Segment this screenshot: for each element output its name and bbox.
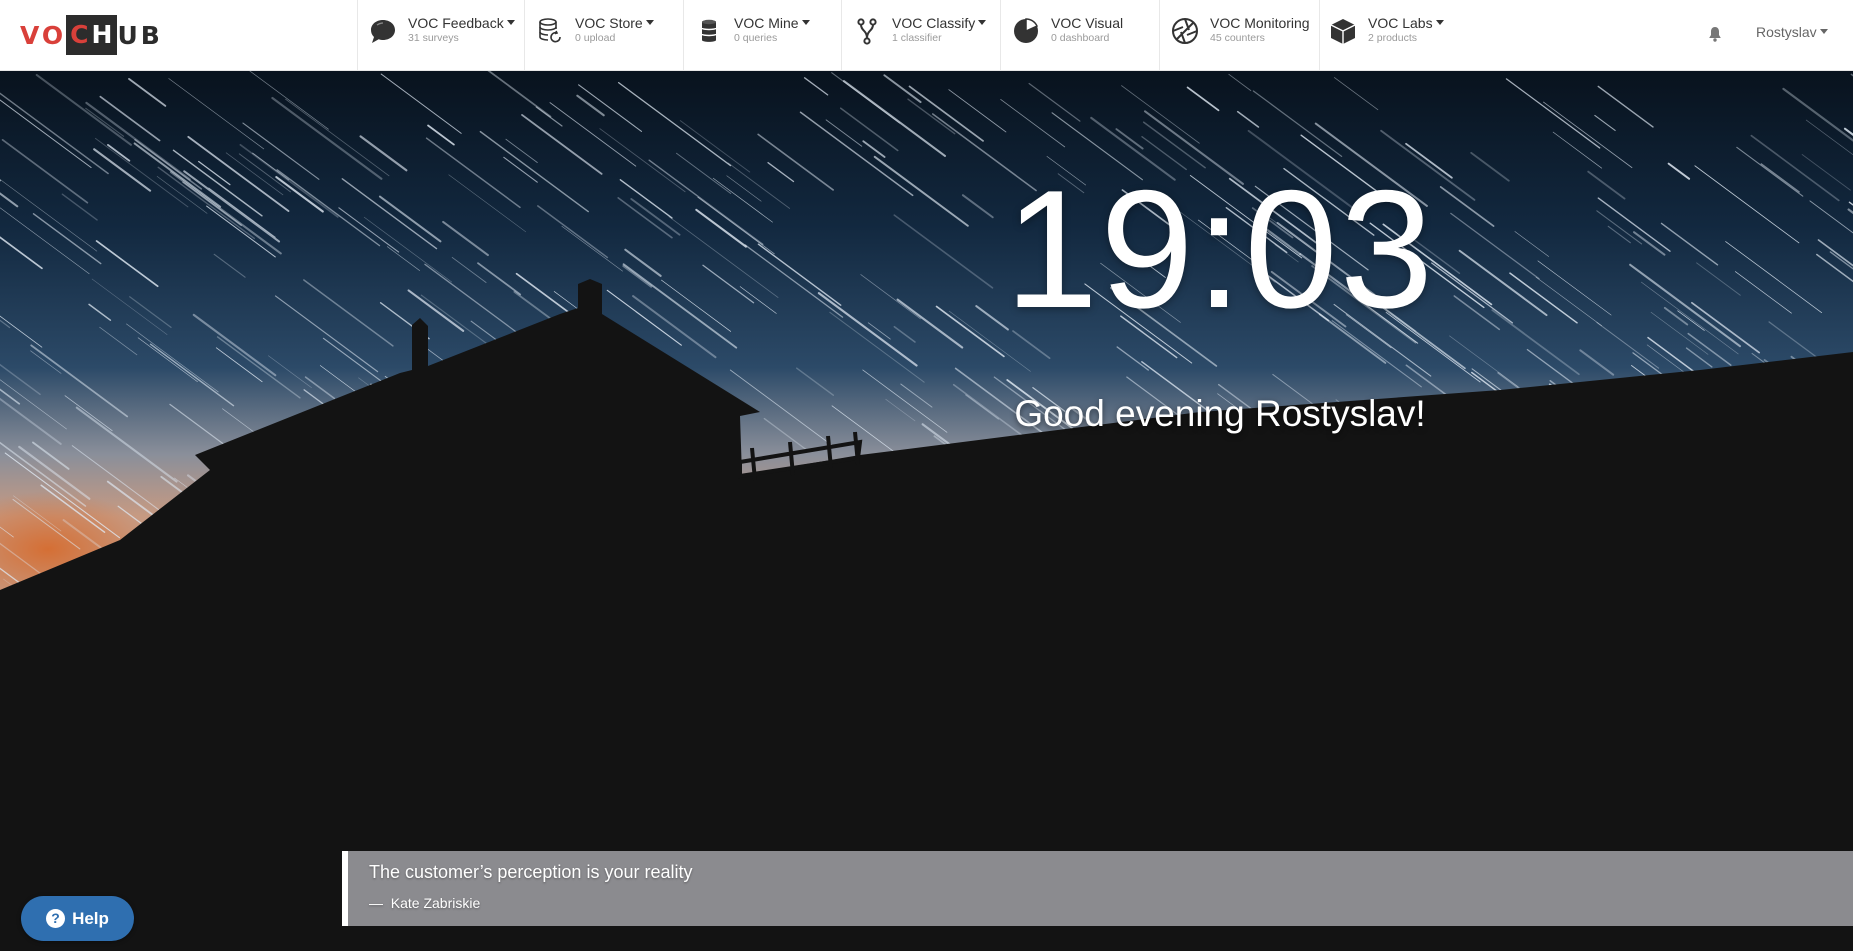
quote-author-name: Kate Zabriskie bbox=[390, 895, 481, 911]
greeting-text: Good evening Rostyslav! bbox=[1014, 393, 1426, 434]
chevron-down-icon bbox=[801, 20, 810, 25]
logo-block: CH bbox=[66, 15, 118, 55]
question-icon: ? bbox=[46, 909, 66, 928]
notification-bell-icon[interactable] bbox=[1706, 24, 1724, 44]
cylinder-icon bbox=[694, 15, 724, 47]
nav-voc-mine-label: VOC Mine bbox=[734, 15, 810, 32]
nav-voc-monitoring[interactable]: VOC Monitoring 45 counters bbox=[1159, 0, 1319, 70]
star-trail-night-image bbox=[0, 70, 1853, 951]
top-navbar: VO CH UB VOC Feedback 31 surveys VOC Store… bbox=[0, 0, 1853, 71]
nav-voc-store-count: 0 upload bbox=[575, 32, 616, 44]
chevron-down-icon bbox=[506, 20, 515, 25]
nav-voc-mine-count: 0 queries bbox=[734, 32, 778, 44]
nav-voc-visual[interactable]: VOC Visual 0 dashboard bbox=[1000, 0, 1159, 70]
logo-text-h: H bbox=[91, 20, 116, 49]
cube-icon bbox=[1328, 15, 1358, 47]
nav-voc-classify-count: 1 classifier bbox=[892, 32, 942, 44]
nav-voc-labs-count: 2 products bbox=[1368, 32, 1418, 44]
quote-box: The customer’s perception is your realit… bbox=[342, 851, 1853, 926]
nav-voc-labs[interactable]: VOC Labs 2 products bbox=[1319, 0, 1459, 70]
nav-voc-mine[interactable]: VOC Mine 0 queries bbox=[683, 0, 841, 70]
nav-voc-monitoring-count: 45 counters bbox=[1210, 32, 1265, 44]
help-button-label: Help bbox=[72, 908, 109, 928]
nav-voc-feedback-label: VOC Feedback bbox=[408, 15, 515, 32]
nav-voc-visual-label: VOC Visual bbox=[1051, 15, 1124, 31]
nav-voc-feedback-count: 31 surveys bbox=[408, 32, 459, 44]
chevron-down-icon bbox=[978, 20, 987, 25]
vochub-logo[interactable]: VO CH UB bbox=[20, 15, 163, 55]
nav-voc-classify-label: VOC Classify bbox=[892, 15, 987, 32]
chevron-down-icon bbox=[1819, 29, 1828, 34]
nav-voc-visual-count: 0 dashboard bbox=[1051, 32, 1110, 44]
pie-chart-icon bbox=[1011, 15, 1041, 47]
logo-text-c: C bbox=[70, 20, 92, 49]
quote-dash: — bbox=[369, 895, 383, 911]
quote-text: The customer’s perception is your realit… bbox=[369, 862, 693, 882]
logo-text-ub: UB bbox=[117, 20, 163, 50]
user-menu[interactable]: Rostyslav bbox=[1756, 24, 1828, 40]
nav-voc-store[interactable]: VOC Store 0 upload bbox=[524, 0, 683, 70]
database-refresh-icon bbox=[535, 15, 565, 47]
logo-text-vo: VO bbox=[20, 20, 67, 50]
nav-voc-store-label: VOC Store bbox=[575, 15, 654, 32]
quote-author: — Kate Zabriskie bbox=[369, 895, 480, 911]
clock-time: 19:03 bbox=[1004, 155, 1436, 343]
user-name: Rostyslav bbox=[1756, 24, 1817, 40]
aperture-icon bbox=[1170, 15, 1200, 47]
chat-bubble-icon bbox=[368, 15, 398, 47]
nav-voc-feedback[interactable]: VOC Feedback 31 surveys bbox=[357, 0, 524, 70]
help-button[interactable]: ? Help bbox=[21, 896, 134, 941]
nav-voc-monitoring-label: VOC Monitoring bbox=[1210, 15, 1310, 31]
chevron-down-icon bbox=[1435, 20, 1444, 25]
nav-voc-classify[interactable]: VOC Classify 1 classifier bbox=[841, 0, 1000, 70]
branch-fork-icon bbox=[852, 15, 882, 47]
nav-voc-labs-label: VOC Labs bbox=[1368, 15, 1444, 32]
hero-background: 19:03 Good evening Rostyslav! The custom… bbox=[0, 70, 1853, 951]
chevron-down-icon bbox=[645, 20, 654, 25]
